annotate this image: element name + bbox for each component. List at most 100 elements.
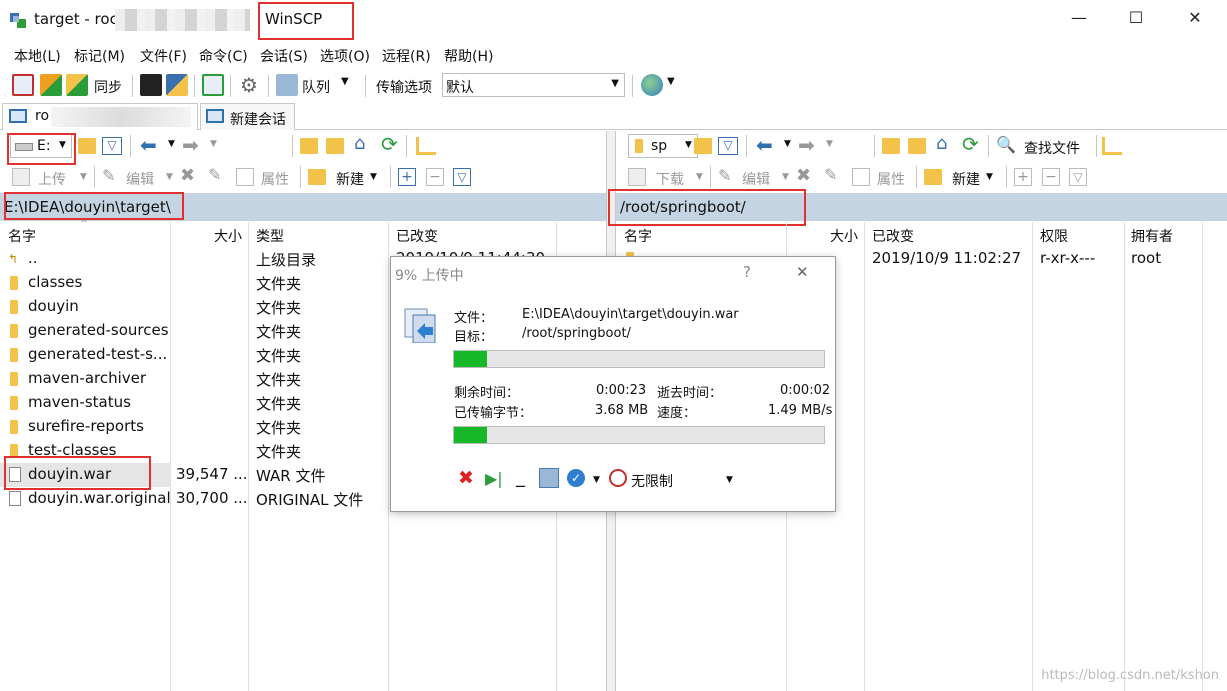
open-directory-icon[interactable] [202,74,224,96]
parent-directory-icon[interactable] [882,138,900,154]
refresh-icon[interactable]: ⟳ [381,132,398,156]
synchronize-label[interactable]: 同步 [94,77,122,97]
menu-local[interactable]: 本地(L) [14,46,61,66]
dialog-close-button[interactable]: ✕ [796,263,809,281]
forward-arrow-icon[interactable]: ➡ [798,133,815,157]
open-folder-icon[interactable] [694,138,712,154]
upload-button[interactable]: 上传 [38,169,66,189]
open-folder-icon[interactable] [78,138,96,154]
home-icon[interactable]: ⌂ [354,133,365,154]
properties-icon[interactable] [236,168,254,186]
filter-mask-icon[interactable]: ▽ [453,168,471,186]
dialog-help-button[interactable]: ? [743,263,751,281]
column-header-changed[interactable]: 已改变 [872,226,914,246]
column-header-type[interactable]: 类型 [256,226,284,246]
column-divider[interactable] [1032,222,1033,691]
right-drive-select[interactable]: sp ▼ [628,134,698,158]
synchronize-icon[interactable] [66,74,88,96]
menu-file[interactable]: 文件(F) [140,46,187,66]
filter-icon[interactable]: ▽ [718,137,738,155]
edit-button[interactable]: 编辑 [126,169,154,189]
on-completion-dropdown-icon[interactable]: ▼ [593,475,600,485]
new-folder-icon[interactable] [308,169,326,185]
column-header-changed[interactable]: 已改变 [396,226,438,246]
edit-icon[interactable]: ✎ [718,166,731,185]
column-header-size[interactable]: 大小 [830,226,858,246]
tree-icon[interactable] [1102,137,1122,155]
column-header-rights[interactable]: 权限 [1040,226,1068,246]
queue-icon[interactable] [276,74,298,96]
root-directory-icon[interactable] [326,138,344,154]
forward-dropdown-icon[interactable]: ▼ [826,139,833,149]
download-button[interactable]: 下载 [656,169,684,189]
new-dropdown-icon[interactable]: ▼ [370,172,377,182]
speed-limit-icon[interactable] [609,469,627,487]
new-button[interactable]: 新建 [336,169,364,189]
properties-icon[interactable] [852,168,870,186]
back-dropdown-icon[interactable]: ▼ [784,139,791,149]
menu-remote[interactable]: 远程(R) [382,46,431,66]
transfer-preset-select[interactable]: 默认 ▼ [442,73,625,97]
home-icon[interactable]: ⌂ [936,133,947,154]
root-directory-icon[interactable] [908,138,926,154]
delete-icon[interactable]: ✖ [180,165,195,186]
column-header-size[interactable]: 大小 [214,226,242,246]
speed-limit-dropdown-icon[interactable]: ▼ [726,475,733,485]
edit-dropdown-icon[interactable]: ▼ [166,172,173,182]
column-divider[interactable] [1202,222,1203,691]
close-button[interactable]: ✕ [1180,8,1210,32]
minimize-button[interactable]: — [1064,8,1094,32]
minimize-to-background-icon[interactable]: _ [516,467,525,488]
download-icon[interactable] [628,168,646,186]
queue-label[interactable]: 队列 [302,77,330,97]
globe-icon[interactable] [641,74,663,96]
properties-button[interactable]: 属性 [877,169,905,189]
back-arrow-icon[interactable]: ⬅ [756,133,773,157]
globe-dropdown-icon[interactable]: ▼ [667,76,675,87]
cancel-transfer-icon[interactable]: ✖ [458,467,474,489]
tab-new-session[interactable]: 新建会话 [200,103,295,130]
properties-button[interactable]: 属性 [261,169,289,189]
back-arrow-icon[interactable]: ⬅ [140,133,157,157]
column-header-name[interactable]: 名字 [624,226,652,246]
edit-dropdown-icon[interactable]: ▼ [782,172,789,182]
column-divider[interactable] [1124,222,1125,691]
synchronize-browsing-icon[interactable] [40,74,62,96]
column-header-name[interactable]: 名字 [8,226,36,246]
menu-commands[interactable]: 命令(C) [199,46,248,66]
move-to-queue-icon[interactable] [539,468,559,488]
maximize-button[interactable]: ☐ [1121,8,1151,32]
menu-mark[interactable]: 标记(M) [74,46,125,66]
column-header-owner[interactable]: 拥有者 [1131,226,1173,246]
parent-directory-icon[interactable] [300,138,318,154]
refresh-icon[interactable]: ⟳ [962,132,979,156]
gear-icon[interactable]: ⚙ [240,74,262,96]
new-folder-icon[interactable] [924,169,942,185]
upload-icon[interactable] [12,168,30,186]
filter-mask-icon[interactable]: ▽ [1069,168,1087,186]
rename-icon[interactable]: ✎ [208,165,221,184]
unselect-files-icon[interactable]: − [426,168,444,186]
filter-icon[interactable]: ▽ [102,137,122,155]
queue-dropdown-icon[interactable]: ▼ [341,76,349,87]
terminal-icon[interactable] [140,74,162,96]
tab-session[interactable]: ro [2,103,198,130]
find-files-button[interactable]: 查找文件 [1024,138,1080,158]
find-files-icon[interactable]: 🔍 [996,135,1016,154]
skip-file-icon[interactable]: ▶| [485,469,503,488]
on-completion-icon[interactable]: ✓ [567,469,585,487]
edit-icon[interactable]: ✎ [102,166,115,185]
select-files-icon[interactable]: + [1014,168,1032,186]
download-dropdown-icon[interactable]: ▼ [696,172,703,182]
delete-icon[interactable]: ✖ [796,165,811,186]
back-dropdown-icon[interactable]: ▼ [168,139,175,149]
menu-options[interactable]: 选项(O) [320,46,370,66]
upload-dropdown-icon[interactable]: ▼ [80,172,87,182]
unselect-files-icon[interactable]: − [1042,168,1060,186]
menu-session[interactable]: 会话(S) [260,46,308,66]
edit-button[interactable]: 编辑 [742,169,770,189]
speed-limit-value[interactable]: 无限制 [631,471,673,491]
compare-directories-icon[interactable] [12,74,34,96]
new-button[interactable]: 新建 [952,169,980,189]
forward-arrow-icon[interactable]: ➡ [182,133,199,157]
